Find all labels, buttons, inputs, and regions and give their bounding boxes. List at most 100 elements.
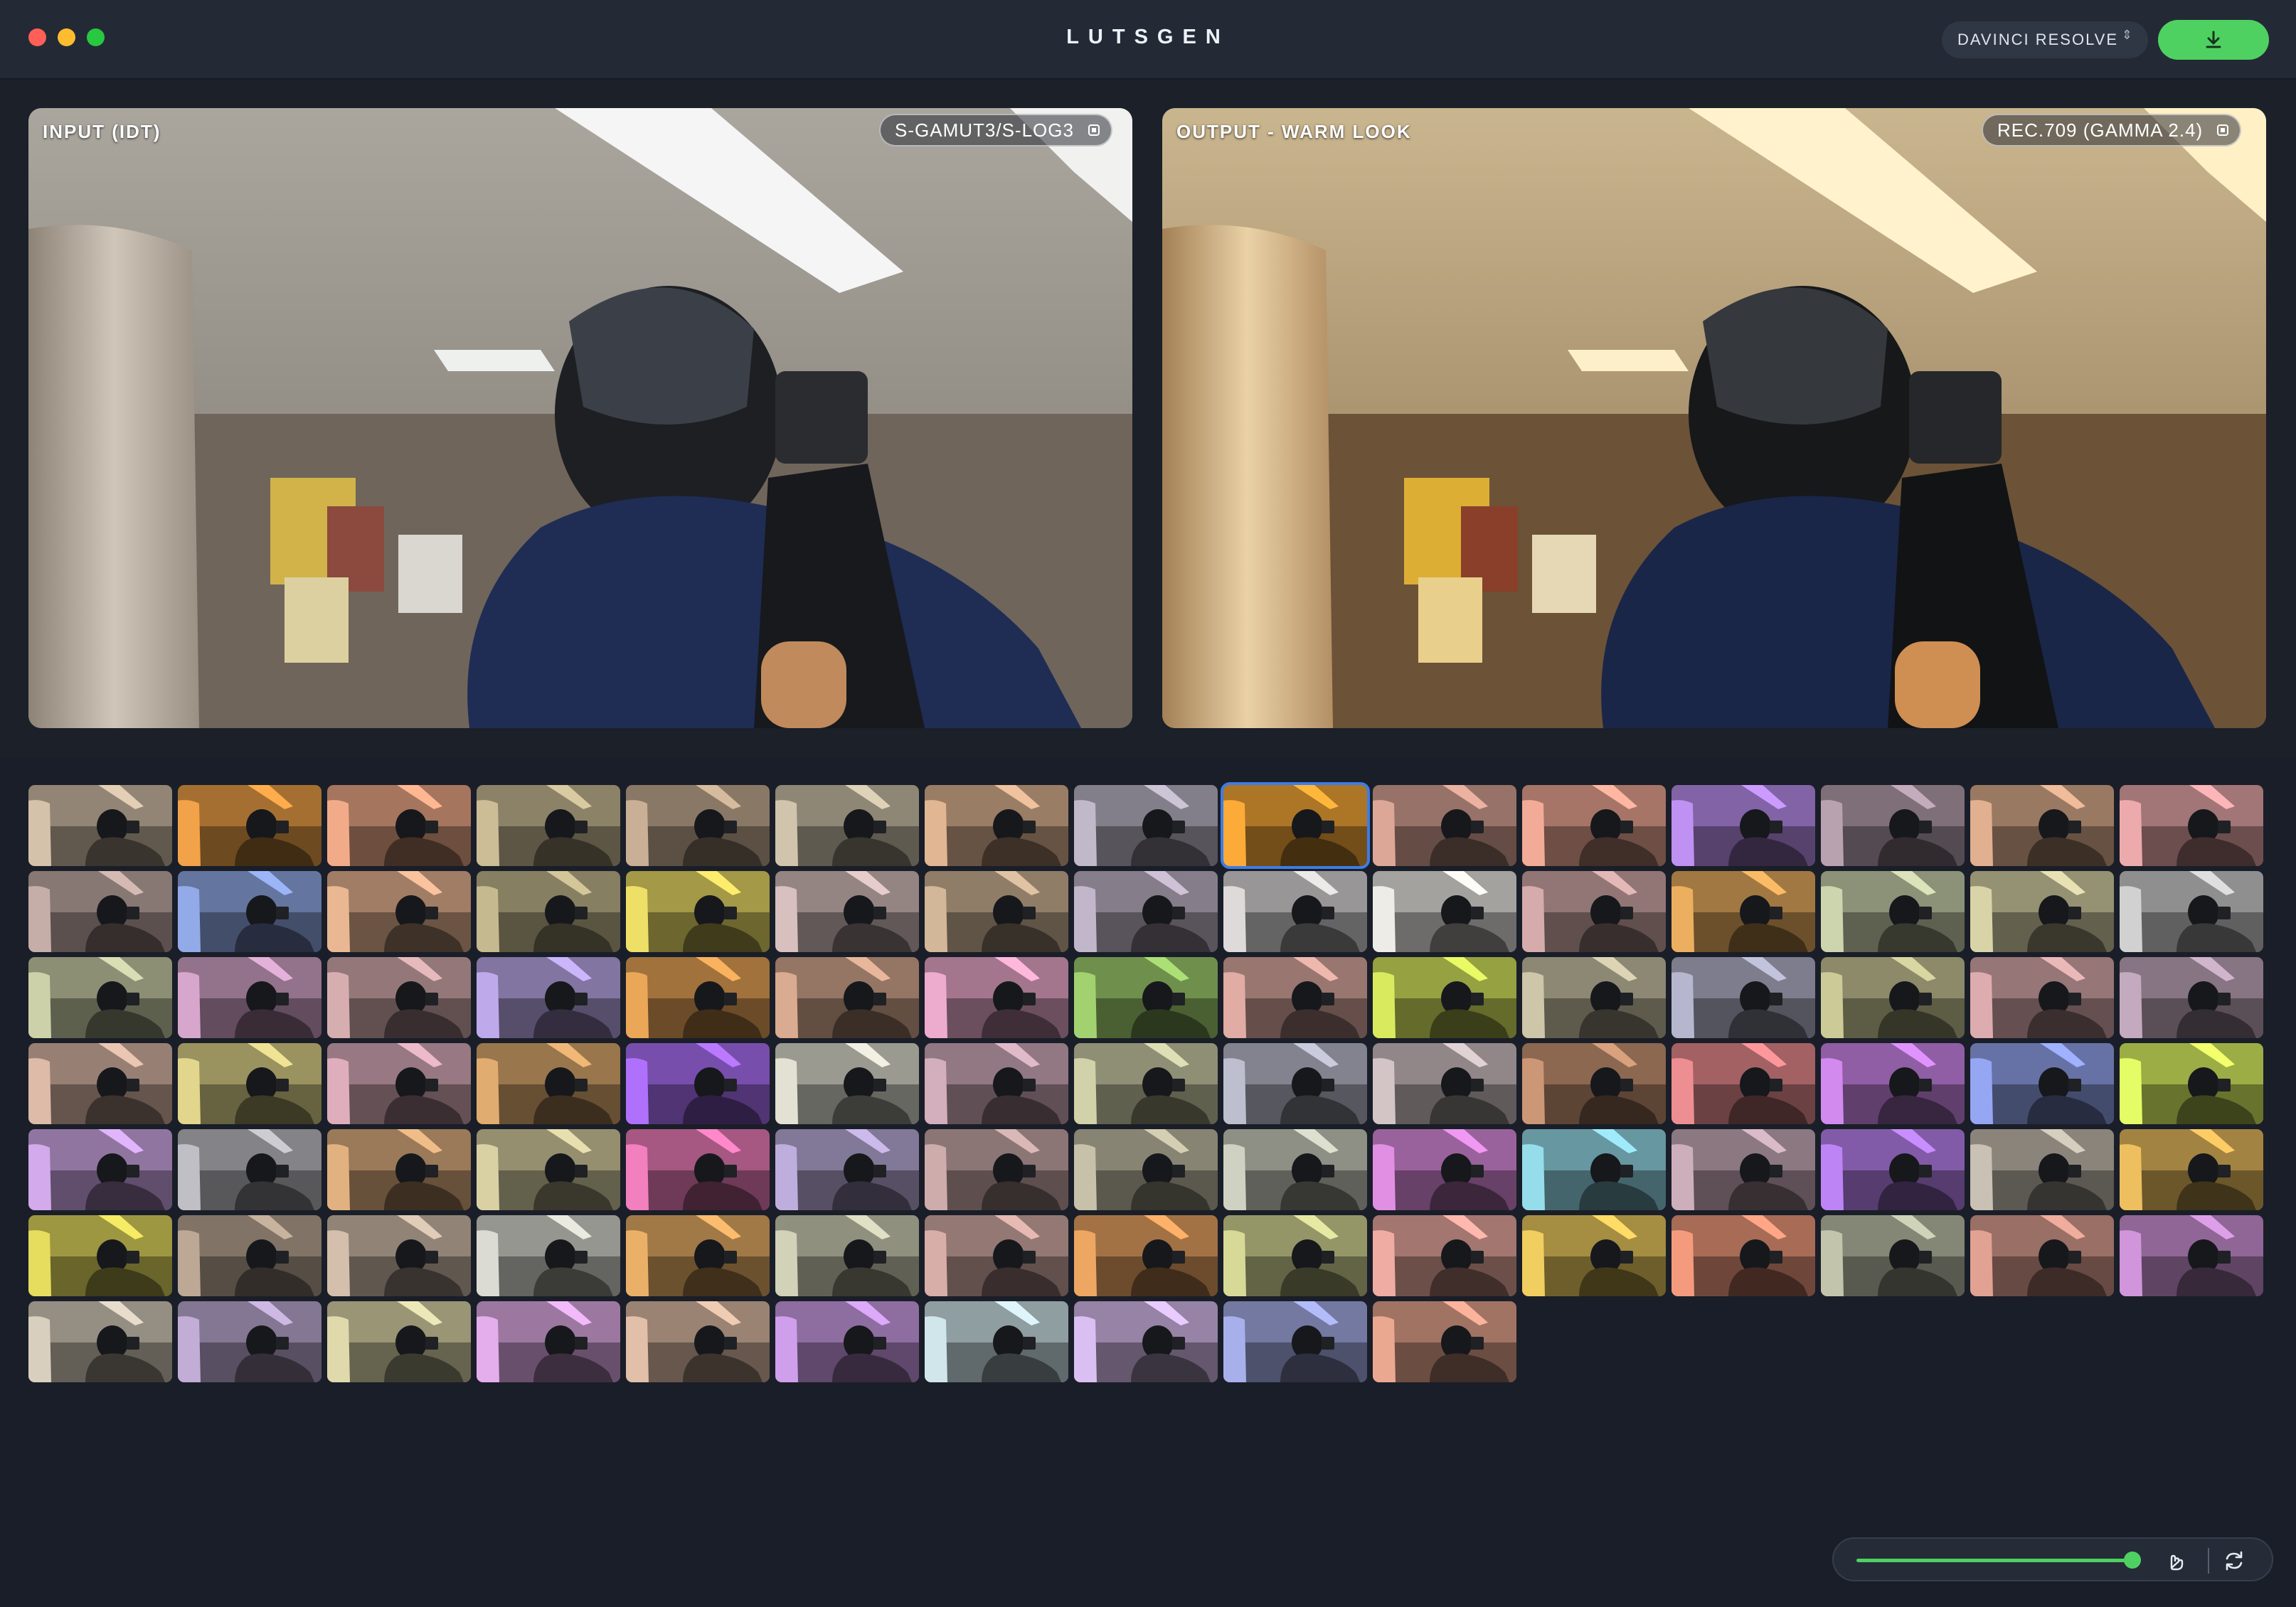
lut-thumbnail[interactable] (327, 1129, 471, 1210)
lut-thumbnail[interactable] (28, 785, 172, 866)
lut-thumbnail[interactable] (1671, 1215, 1815, 1296)
lut-thumbnail[interactable] (1671, 871, 1815, 952)
lut-thumbnail[interactable] (1821, 1215, 1965, 1296)
lut-thumbnail[interactable] (178, 1129, 321, 1210)
lut-thumbnail[interactable] (28, 1301, 172, 1382)
lut-thumbnail[interactable] (477, 871, 620, 952)
lut-thumbnail[interactable] (1373, 785, 1516, 866)
output-preview[interactable]: OUTPUT - WARM LOOK REC.709 (GAMMA 2.4) (1162, 108, 2266, 728)
lut-thumbnail[interactable] (2120, 871, 2263, 952)
lut-thumbnail[interactable] (327, 871, 471, 952)
lut-thumbnail[interactable] (775, 1215, 919, 1296)
lut-thumbnail[interactable] (1074, 957, 1218, 1038)
hand-icon[interactable] (2164, 1549, 2188, 1573)
lut-thumbnail[interactable] (925, 1301, 1068, 1382)
lut-thumbnail[interactable] (1970, 785, 2114, 866)
lut-thumbnail[interactable] (1522, 957, 1666, 1038)
lut-thumbnail[interactable] (1821, 1129, 1965, 1210)
lut-thumbnail[interactable] (477, 1215, 620, 1296)
lut-thumbnail[interactable] (1373, 871, 1516, 952)
lut-thumbnail[interactable] (775, 1129, 919, 1210)
lut-thumbnail[interactable] (1522, 785, 1666, 866)
lut-thumbnail[interactable] (626, 871, 770, 952)
lut-thumbnail[interactable] (1821, 1043, 1965, 1124)
lut-thumbnail[interactable] (178, 871, 321, 952)
lut-thumbnail[interactable] (925, 957, 1068, 1038)
lut-thumbnail[interactable] (1970, 1043, 2114, 1124)
lut-thumbnail[interactable] (2120, 1043, 2263, 1124)
lut-thumbnail[interactable] (28, 957, 172, 1038)
lut-thumbnail[interactable] (1970, 1215, 2114, 1296)
lut-thumbnail[interactable] (1373, 1215, 1516, 1296)
lut-thumbnail[interactable] (1221, 782, 1370, 869)
lut-thumbnail[interactable] (1970, 1129, 2114, 1210)
lut-thumbnail[interactable] (327, 785, 471, 866)
lut-thumbnail[interactable] (1821, 957, 1965, 1038)
lut-thumbnail[interactable] (178, 785, 321, 866)
lut-thumbnail[interactable] (327, 1215, 471, 1296)
lut-thumbnail[interactable] (327, 1301, 471, 1382)
lut-thumbnail[interactable] (775, 785, 919, 866)
lut-thumbnail[interactable] (477, 1301, 620, 1382)
lut-thumbnail[interactable] (626, 1043, 770, 1124)
lut-thumbnail[interactable] (1223, 957, 1367, 1038)
lut-thumbnail[interactable] (1074, 1301, 1218, 1382)
output-color-space-select[interactable]: REC.709 (GAMMA 2.4) (1982, 114, 2242, 146)
lut-thumbnail[interactable] (1522, 871, 1666, 952)
lut-thumbnail[interactable] (477, 785, 620, 866)
lut-thumbnail[interactable] (28, 1129, 172, 1210)
lut-thumbnail[interactable] (1074, 1043, 1218, 1124)
lut-thumbnail[interactable] (775, 1301, 919, 1382)
lut-thumbnail[interactable] (1970, 957, 2114, 1038)
refresh-icon[interactable] (2222, 1549, 2246, 1573)
export-lut-button[interactable] (2158, 20, 2269, 60)
lut-thumbnail[interactable] (775, 1043, 919, 1124)
lut-thumbnail[interactable] (327, 957, 471, 1038)
intensity-slider-handle[interactable] (2124, 1552, 2141, 1569)
lut-thumbnail[interactable] (1821, 871, 1965, 952)
lut-thumbnail[interactable] (925, 785, 1068, 866)
lut-thumbnail[interactable] (477, 1129, 620, 1210)
lut-thumbnail[interactable] (1373, 1301, 1516, 1382)
lut-thumbnail[interactable] (178, 1043, 321, 1124)
lut-thumbnail[interactable] (1223, 1129, 1367, 1210)
lut-thumbnail[interactable] (28, 1043, 172, 1124)
lut-thumbnail[interactable] (925, 1129, 1068, 1210)
lut-thumbnail[interactable] (1223, 1215, 1367, 1296)
target-app-select[interactable]: DAVINCI RESOLVE ⇕ (1942, 21, 2148, 58)
lut-thumbnail[interactable] (626, 785, 770, 866)
lut-thumbnail[interactable] (28, 871, 172, 952)
lut-thumbnail[interactable] (1074, 871, 1218, 952)
intensity-slider[interactable] (1856, 1552, 2141, 1569)
lut-thumbnail[interactable] (925, 1043, 1068, 1124)
lut-thumbnail[interactable] (775, 871, 919, 952)
lut-thumbnail[interactable] (1223, 1301, 1367, 1382)
lut-thumbnail[interactable] (775, 957, 919, 1038)
lut-thumbnail[interactable] (1074, 1129, 1218, 1210)
lut-thumbnail[interactable] (1671, 1129, 1815, 1210)
lut-thumbnail[interactable] (1074, 1215, 1218, 1296)
lut-thumbnail[interactable] (1671, 785, 1815, 866)
lut-thumbnail[interactable] (1522, 1215, 1666, 1296)
lut-thumbnail[interactable] (178, 1215, 321, 1296)
lut-thumbnail[interactable] (2120, 1215, 2263, 1296)
lut-thumbnail[interactable] (1373, 1043, 1516, 1124)
lut-thumbnail[interactable] (178, 1301, 321, 1382)
lut-thumbnail[interactable] (1223, 1043, 1367, 1124)
lut-thumbnail[interactable] (925, 1215, 1068, 1296)
lut-thumbnail[interactable] (1373, 1129, 1516, 1210)
lut-thumbnail[interactable] (2120, 1129, 2263, 1210)
input-color-space-select[interactable]: S-GAMUT3/S-LOG3 (879, 114, 1112, 146)
lut-thumbnail[interactable] (626, 957, 770, 1038)
lut-thumbnail[interactable] (327, 1043, 471, 1124)
lut-thumbnail[interactable] (925, 871, 1068, 952)
lut-thumbnail[interactable] (626, 1215, 770, 1296)
lut-thumbnail[interactable] (1522, 1129, 1666, 1210)
lut-thumbnail[interactable] (1223, 871, 1367, 952)
input-preview[interactable]: INPUT (IDT) S-GAMUT3/S-LOG3 (28, 108, 1132, 728)
lut-thumbnail[interactable] (1970, 871, 2114, 952)
lut-thumbnail[interactable] (2120, 957, 2263, 1038)
lut-thumbnail[interactable] (626, 1129, 770, 1210)
lut-thumbnail[interactable] (477, 957, 620, 1038)
lut-thumbnail[interactable] (1671, 957, 1815, 1038)
